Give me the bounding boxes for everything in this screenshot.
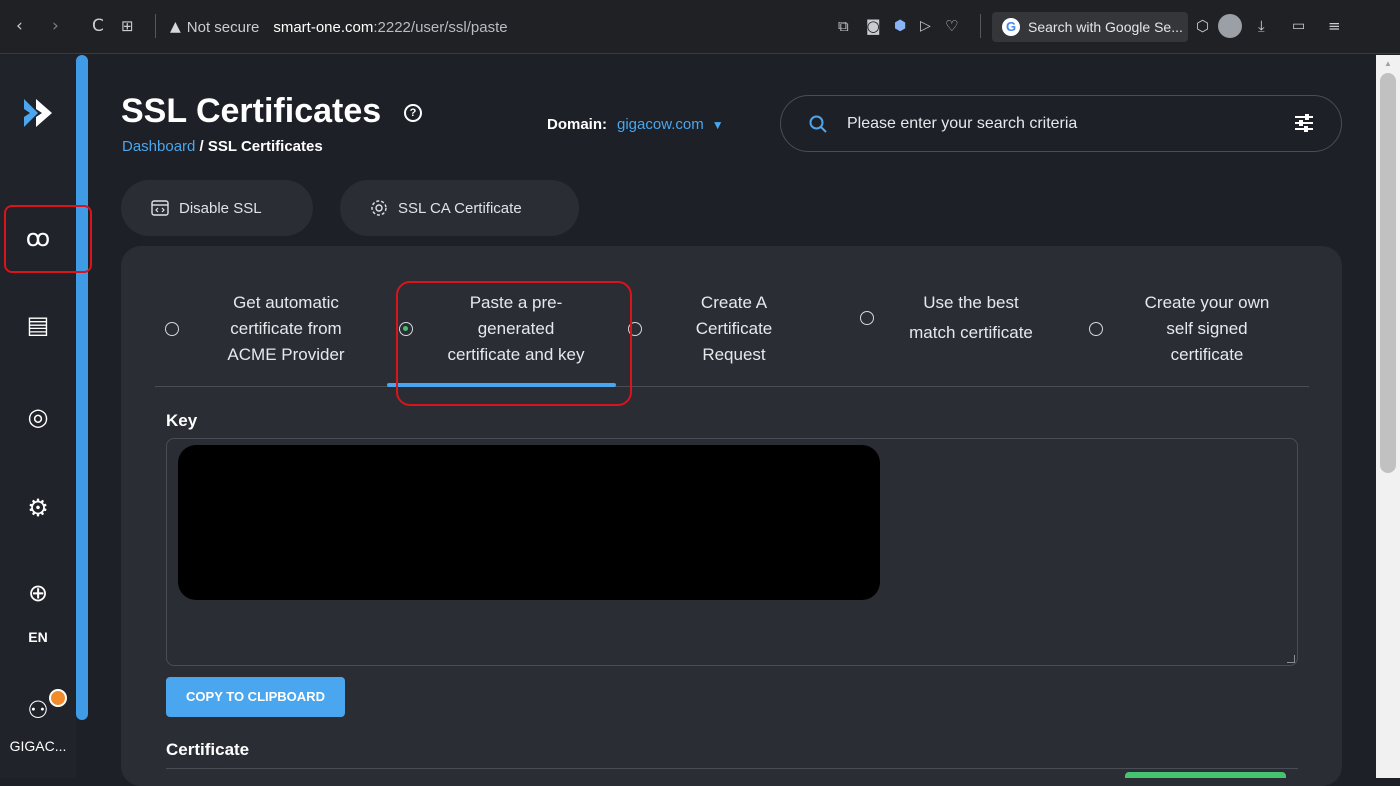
url-path: :2222/user/ssl/paste xyxy=(373,18,508,36)
back-icon[interactable]: ‹ xyxy=(16,16,23,36)
scroll-up-icon[interactable]: ▲ xyxy=(1384,59,1392,68)
filter-icon[interactable] xyxy=(1293,112,1315,134)
messages-icon[interactable]: ▤ xyxy=(22,309,54,341)
option-request[interactable]: Create A Certificate Request xyxy=(628,290,804,368)
screenshot-icon[interactable]: ◙ xyxy=(866,16,881,36)
forward-icon[interactable]: › xyxy=(52,16,59,36)
radio-acme[interactable] xyxy=(165,322,179,336)
search-bar[interactable] xyxy=(780,95,1342,152)
ssl-ca-certificate-label: SSL CA Certificate xyxy=(398,199,522,217)
certificate-field-top[interactable] xyxy=(166,768,1298,769)
breadcrumb-separator: / xyxy=(195,138,208,155)
browser-search-box[interactable]: G Search with Google Se... xyxy=(992,12,1188,42)
apps-icon[interactable]: ꝏ xyxy=(22,222,54,254)
gear-icon xyxy=(371,200,387,216)
notification-badge xyxy=(49,689,67,707)
domain-value[interactable]: gigacow.com xyxy=(617,116,704,133)
option-request-label: Create A Certificate Request xyxy=(695,293,773,364)
code-window-icon xyxy=(151,200,169,216)
disable-ssl-label: Disable SSL xyxy=(179,199,262,217)
toolbar-divider xyxy=(980,14,981,38)
app-logo-icon[interactable] xyxy=(20,93,60,133)
option-acme[interactable]: Get automatic certificate from ACME Provid… xyxy=(165,290,361,368)
search-icon xyxy=(809,115,827,133)
chevron-down-icon[interactable]: ▼ xyxy=(712,118,724,132)
ssl-ca-certificate-button[interactable]: SSL CA Certificate xyxy=(340,180,579,236)
reload-icon[interactable]: C xyxy=(92,16,104,36)
warning-icon: ▲ xyxy=(170,19,181,35)
google-icon: G xyxy=(1002,18,1020,36)
shield-icon[interactable]: ⬢ xyxy=(894,16,906,36)
option-self-signed-label: Create your own self signed certificate xyxy=(1144,293,1270,364)
key-label: Key xyxy=(166,411,198,430)
copy-to-clipboard-button[interactable]: COPY TO CLIPBOARD xyxy=(166,677,345,717)
account-icon[interactable]: ◎ xyxy=(22,401,54,433)
language-label[interactable]: EN xyxy=(0,629,76,645)
help-icon[interactable]: ? xyxy=(404,104,422,122)
option-highlight-box xyxy=(396,281,632,406)
apps-grid-icon[interactable]: ⊞ xyxy=(121,16,134,36)
option-acme-label: Get automatic certificate from ACME Provid… xyxy=(227,293,345,364)
extension-icon[interactable]: ⬡ xyxy=(1196,16,1209,36)
option-best-match-label: Use the best match certificate xyxy=(909,293,1033,342)
disable-ssl-button[interactable]: Disable SSL xyxy=(121,180,313,236)
search-input[interactable] xyxy=(847,114,1267,133)
battery-icon[interactable]: ▭ xyxy=(1292,16,1305,36)
address-bar[interactable]: ▲ Not secure smart-one.com :2222/user/ss… xyxy=(170,14,508,40)
download-icon[interactable]: ⤓ xyxy=(1258,16,1265,36)
sidebar-scrollbar[interactable] xyxy=(76,55,88,720)
profile-avatar[interactable] xyxy=(1218,14,1242,38)
security-label: Not secure xyxy=(186,18,260,36)
domain-selector[interactable]: Domain: gigacow.com ▼ xyxy=(547,116,724,133)
globe-icon[interactable]: ⊕ xyxy=(22,577,54,609)
domain-label: Domain: xyxy=(547,116,607,133)
breadcrumb-current: SSL Certificates xyxy=(207,138,323,155)
heart-icon[interactable]: ♡ xyxy=(945,16,958,36)
option-self-signed[interactable]: Create your own self signed certificate xyxy=(1089,290,1297,368)
user-label[interactable]: GIGAC... xyxy=(0,738,76,754)
url-host: smart-one.com xyxy=(273,18,374,36)
menu-icon[interactable]: ≡ xyxy=(1328,16,1341,36)
share-icon[interactable]: ⧉ xyxy=(838,16,849,36)
breadcrumb: Dashboard / SSL Certificates xyxy=(122,138,323,155)
option-best-match[interactable]: Use the best match certificate xyxy=(860,290,1060,346)
save-button[interactable] xyxy=(1125,772,1286,778)
certificate-label: Certificate xyxy=(166,740,250,759)
toolbar-divider xyxy=(155,14,156,38)
browser-toolbar: ‹ › C ⊞ ▲ Not secure smart-one.com :2222… xyxy=(0,0,1400,54)
send-icon[interactable]: ▷ xyxy=(920,16,931,36)
settings-icon[interactable]: ⚙ xyxy=(22,492,54,524)
page-scrollbar[interactable]: ▲ xyxy=(1376,55,1400,778)
breadcrumb-home-link[interactable]: Dashboard xyxy=(122,138,195,155)
scrollbar-thumb[interactable] xyxy=(1380,73,1396,473)
resize-handle-icon[interactable] xyxy=(1287,655,1295,663)
browser-search-label: Search with Google Se... xyxy=(1028,19,1183,35)
radio-self-signed[interactable] xyxy=(1089,322,1103,336)
tabs-divider xyxy=(155,386,1309,387)
page-title: SSL Certificates xyxy=(121,92,382,130)
redacted-block xyxy=(178,445,880,600)
radio-best-match[interactable] xyxy=(860,311,874,325)
